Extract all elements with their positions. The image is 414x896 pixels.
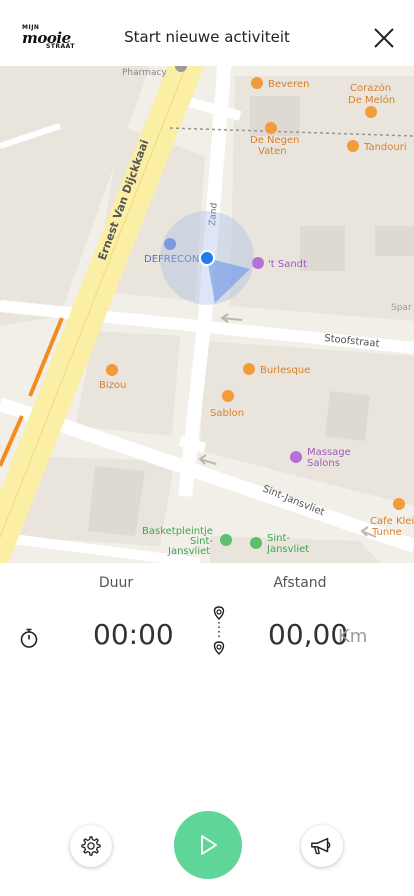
- map-label-spar: Spar: [391, 303, 412, 313]
- map[interactable]: Pharmacy Beveren Corazón De Melón De Neg…: [0, 66, 414, 563]
- map-label-cafe-1: Cafe Klei: [370, 516, 414, 527]
- duration-label: Duur: [98, 575, 134, 591]
- action-bar: [0, 800, 414, 896]
- map-label-burlesque: Burlesque: [260, 365, 310, 376]
- map-label-sintj-2: Jansvliet: [266, 544, 309, 555]
- map-label-massage-1: Massage: [307, 447, 351, 458]
- map-label-corazon-1: Corazón: [350, 82, 391, 94]
- start-button[interactable]: [174, 811, 242, 879]
- distance-label: Afstand: [273, 575, 327, 591]
- map-label-cafe-2: Tunne: [371, 527, 402, 538]
- distance-value: 00,00: [268, 618, 349, 651]
- map-label-beveren: Beveren: [268, 79, 309, 90]
- map-label-sandt: 't Sandt: [268, 259, 307, 270]
- map-label-massage-2: Salons: [307, 458, 340, 469]
- map-label-basket-3: Jansvliet: [167, 546, 210, 557]
- map-label-sintj-1: Sint-: [267, 533, 290, 544]
- stopwatch-icon: [20, 628, 38, 648]
- distance-unit: Km: [338, 626, 368, 647]
- settings-button[interactable]: [70, 825, 112, 867]
- close-icon: [374, 28, 394, 48]
- map-label-tandouri: Tandouri: [363, 142, 407, 153]
- gear-icon: [81, 836, 101, 856]
- stats-panel: Duur Afstand 00:00 00,00 Km: [0, 563, 414, 693]
- map-label-negen-2: Vaten: [258, 146, 287, 157]
- route-icon: [213, 606, 225, 655]
- duration-value: 00:00: [93, 618, 174, 651]
- megaphone-icon: [311, 837, 331, 855]
- page-title: Start nieuwe activiteit: [124, 28, 290, 46]
- map-label-sablon: Sablon: [210, 408, 244, 419]
- header: MIJN mooie STRAAT Start nieuwe activitei…: [0, 0, 414, 67]
- user-location-marker: [160, 211, 254, 305]
- map-label-pharmacy: Pharmacy: [122, 68, 167, 78]
- report-button[interactable]: [301, 825, 343, 867]
- play-icon: [201, 835, 217, 855]
- close-button[interactable]: [372, 26, 396, 50]
- map-label-negen-1: De Negen: [250, 135, 300, 146]
- map-label-corazon-2: De Melón: [348, 94, 395, 106]
- map-label-bizou: Bizou: [99, 380, 126, 391]
